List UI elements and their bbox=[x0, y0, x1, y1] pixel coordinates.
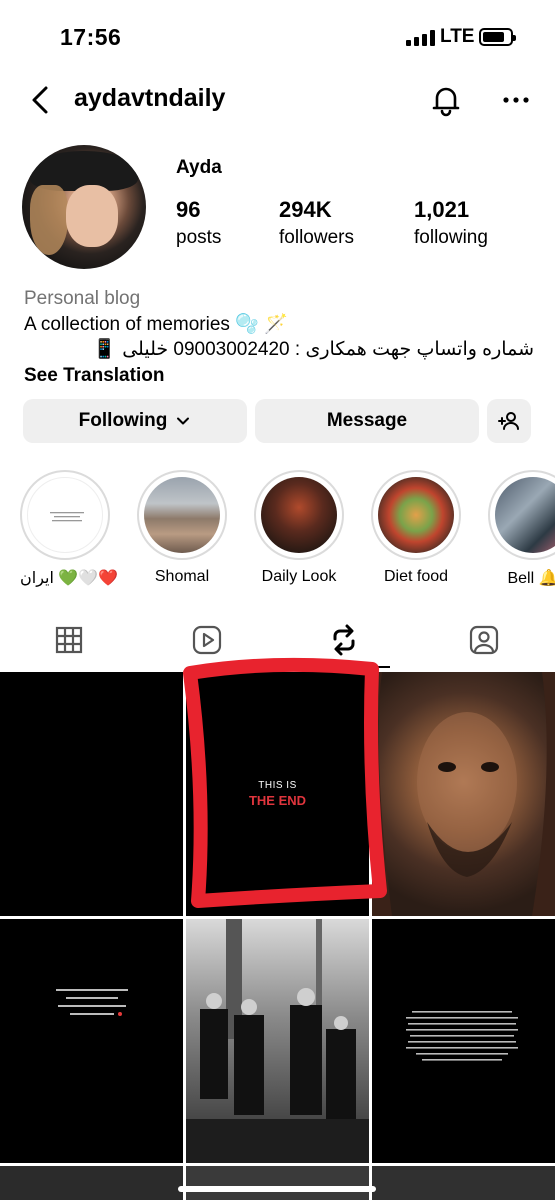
post-photo bbox=[372, 672, 555, 916]
post-text-line-2: THE END bbox=[248, 793, 307, 808]
profile-header: aydavtndaily bbox=[0, 76, 555, 124]
grid-post[interactable] bbox=[186, 919, 369, 1163]
grid-post[interactable] bbox=[0, 1166, 183, 1200]
following-button-label: Following bbox=[78, 410, 168, 431]
followers-label: followers bbox=[279, 227, 354, 248]
reels-tab-icon[interactable] bbox=[189, 622, 225, 658]
followers-stat[interactable]: 294K followers bbox=[279, 197, 354, 249]
highlight-cover bbox=[378, 477, 454, 553]
highlight-shomal[interactable]: Shomal bbox=[137, 470, 227, 586]
posts-grid: THIS IS THE END bbox=[0, 672, 555, 1200]
profile-username: aydavtndaily bbox=[74, 84, 226, 112]
highlight-label: Daily Look bbox=[261, 568, 337, 585]
grid-posts-tab-icon[interactable] bbox=[51, 622, 87, 658]
posts-label: posts bbox=[176, 227, 222, 248]
highlight-iran[interactable]: ایران 💚🤍❤️ bbox=[20, 470, 119, 588]
highlight-cover bbox=[261, 477, 337, 553]
highlight-cover bbox=[144, 477, 220, 553]
suggest-users-button[interactable] bbox=[487, 399, 531, 443]
phone-emoji: 📱 bbox=[92, 339, 117, 360]
profile-bio: Personal blog A collection of memories 🫧… bbox=[24, 286, 534, 388]
post-text-graphic bbox=[406, 1011, 518, 1061]
status-bar: 17:56 LTE bbox=[0, 0, 555, 70]
add-user-icon bbox=[498, 412, 519, 430]
bio-line-2: شماره واتساپ جهت همکاری : 09003002420 خل… bbox=[24, 337, 534, 363]
chevron-down-icon bbox=[177, 417, 190, 425]
network-type: LTE bbox=[440, 26, 475, 47]
back-arrow-icon[interactable] bbox=[24, 82, 60, 118]
grid-post[interactable] bbox=[372, 1166, 555, 1200]
grid-post[interactable] bbox=[372, 919, 555, 1163]
highlight-daily-look[interactable]: Daily Look bbox=[254, 470, 344, 586]
status-time: 17:56 bbox=[60, 24, 122, 50]
highlight-label: ایران 💚🤍❤️ bbox=[20, 570, 119, 587]
bio-line-1: A collection of memories 🫧 🪄 bbox=[24, 313, 288, 335]
following-stat[interactable]: 1,021 following bbox=[414, 197, 488, 249]
highlight-label: Shomal bbox=[154, 568, 210, 585]
profile-display-name: Ayda bbox=[176, 157, 222, 178]
bio-line-2-text: شماره واتساپ جهت همکاری : 09003002420 خل… bbox=[122, 339, 534, 360]
following-button[interactable]: Following bbox=[23, 399, 247, 443]
followers-count: 294K bbox=[279, 197, 332, 222]
reposts-tab-icon[interactable] bbox=[326, 622, 362, 658]
message-button-label: Message bbox=[326, 410, 408, 431]
posts-count: 96 bbox=[176, 197, 201, 222]
grid-post[interactable]: THIS IS THE END bbox=[186, 672, 369, 916]
highlight-label: Diet food bbox=[383, 568, 449, 585]
active-tab-indicator bbox=[298, 666, 390, 668]
post-text-graphic bbox=[56, 989, 128, 1016]
highlight-cover bbox=[495, 477, 555, 553]
highlight-cover bbox=[27, 477, 103, 553]
grid-post[interactable] bbox=[0, 672, 183, 916]
posts-stat[interactable]: 96 posts bbox=[176, 197, 221, 249]
home-indicator bbox=[178, 1186, 376, 1192]
following-label: following bbox=[414, 227, 488, 248]
highlight-diet-food[interactable]: Diet food bbox=[371, 470, 461, 586]
highlight-bell[interactable]: Bell 🔔 bbox=[488, 470, 555, 588]
following-count: 1,021 bbox=[414, 197, 470, 222]
signal-icon bbox=[406, 30, 435, 46]
battery-icon bbox=[479, 28, 516, 46]
more-options-icon[interactable] bbox=[498, 82, 534, 118]
message-button[interactable]: Message bbox=[255, 399, 479, 443]
post-caption-overlay: THIS IS THE END bbox=[186, 780, 369, 808]
profile-tabs bbox=[0, 618, 555, 670]
grid-post[interactable] bbox=[186, 1166, 369, 1200]
highlight-label: Bell 🔔 bbox=[507, 570, 555, 587]
notification-bell-icon[interactable] bbox=[428, 82, 464, 118]
post-text-line-1: THIS IS bbox=[258, 780, 297, 791]
profile-category: Personal blog bbox=[24, 288, 141, 309]
post-photo bbox=[186, 919, 369, 1163]
grid-post[interactable] bbox=[0, 919, 183, 1163]
see-translation-link[interactable]: See Translation bbox=[24, 363, 534, 389]
tagged-tab-icon[interactable] bbox=[466, 622, 502, 658]
profile-avatar[interactable] bbox=[22, 145, 146, 269]
grid-post[interactable] bbox=[372, 672, 555, 916]
